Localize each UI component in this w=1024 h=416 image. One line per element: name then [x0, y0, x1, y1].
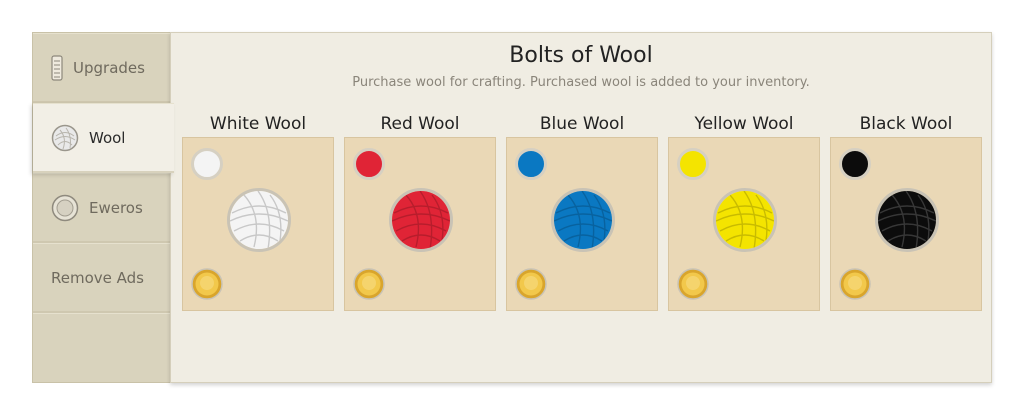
- wool-card-blue[interactable]: Blue Wool: [506, 113, 658, 311]
- tab-remove-ads[interactable]: Remove Ads: [33, 243, 173, 313]
- wool-ball-icon: [51, 124, 79, 152]
- wool-card-box[interactable]: [182, 137, 334, 311]
- wool-card-yellow[interactable]: Yellow Wool: [668, 113, 820, 311]
- wool-shop-panel: Bolts of Wool Purchase wool for crafting…: [170, 32, 992, 383]
- wool-ball-icon: [713, 188, 777, 252]
- sidebar-empty-slot: [33, 313, 173, 384]
- gold-coin-icon[interactable]: [677, 268, 709, 300]
- wool-ball-icon: [875, 188, 939, 252]
- wool-color-swatch: [353, 148, 385, 180]
- wool-card-box[interactable]: [668, 137, 820, 311]
- wool-card-name: Blue Wool: [539, 114, 625, 134]
- wool-card-name: Black Wool: [859, 114, 953, 134]
- wool-card-name: White Wool: [209, 114, 307, 134]
- tab-wool-label: Wool: [89, 128, 126, 147]
- wool-card-name: Yellow Wool: [694, 114, 794, 134]
- wool-card-white[interactable]: White Wool: [182, 113, 334, 311]
- wool-color-swatch: [677, 148, 709, 180]
- eweros-coin-icon: [51, 194, 79, 222]
- tab-eweros-label: Eweros: [89, 198, 143, 217]
- wool-card-box[interactable]: [506, 137, 658, 311]
- wool-card-box[interactable]: [830, 137, 982, 311]
- page-subtitle: Purchase wool for crafting. Purchased wo…: [352, 75, 810, 90]
- wool-color-swatch: [515, 148, 547, 180]
- gold-coin-icon[interactable]: [515, 268, 547, 300]
- page-title: Bolts of Wool: [509, 43, 653, 68]
- wool-card-name: Red Wool: [380, 114, 460, 134]
- wool-ball-icon: [389, 188, 453, 252]
- gold-coin-icon[interactable]: [191, 268, 223, 300]
- wool-card-box[interactable]: [344, 137, 496, 311]
- sidebar: Upgrades Wool Eweros Remove Ads: [32, 32, 174, 384]
- tab-eweros[interactable]: Eweros: [33, 173, 173, 243]
- gold-coin-icon[interactable]: [353, 268, 385, 300]
- tab-remove-ads-label: Remove Ads: [51, 268, 144, 287]
- gold-coin-icon[interactable]: [839, 268, 871, 300]
- tab-wool[interactable]: Wool: [33, 103, 174, 173]
- wool-card-black[interactable]: Black Wool: [830, 113, 982, 311]
- wool-color-swatch: [191, 148, 223, 180]
- wool-card-red[interactable]: Red Wool: [344, 113, 496, 311]
- tab-upgrades[interactable]: Upgrades: [33, 33, 173, 103]
- ladder-icon: [51, 54, 63, 81]
- wool-color-swatch: [839, 148, 871, 180]
- tab-upgrades-label: Upgrades: [73, 58, 145, 77]
- wool-ball-icon: [227, 188, 291, 252]
- wool-ball-icon: [551, 188, 615, 252]
